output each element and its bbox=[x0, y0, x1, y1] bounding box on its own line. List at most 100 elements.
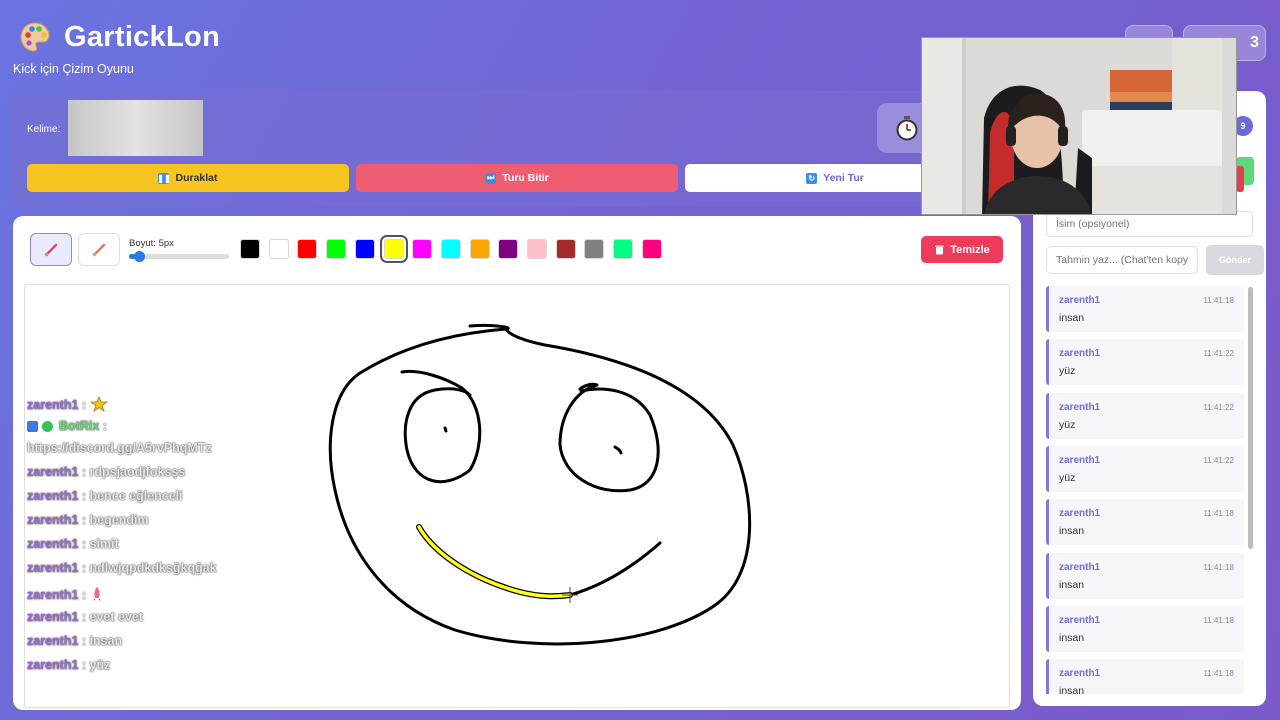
color-swatch[interactable] bbox=[469, 239, 490, 259]
eraser-icon bbox=[92, 243, 106, 256]
chat-message-text: insan bbox=[1059, 631, 1085, 644]
overlay-chat-username: zarenth1 bbox=[27, 465, 79, 479]
chat-message-time: 11:41:18 bbox=[1203, 296, 1234, 305]
chat-message-text: insan bbox=[1059, 525, 1085, 538]
chat-message: zarenth1 11:41:18 insan bbox=[1046, 286, 1244, 332]
eraser-tool-button[interactable] bbox=[78, 233, 120, 266]
color-swatch[interactable] bbox=[641, 239, 662, 259]
chat-message: zarenth1 11:41:22 yüz bbox=[1046, 339, 1244, 386]
word-label: Kelime: bbox=[27, 124, 61, 135]
overlay-chat-line: zarenth1 : evet evet bbox=[27, 610, 143, 624]
color-swatch[interactable] bbox=[498, 239, 519, 259]
send-button[interactable]: Gönder bbox=[1206, 245, 1264, 275]
pause-button[interactable]: ❚❚ Duraklat bbox=[27, 164, 349, 192]
chat-message-time: 11:41:18 bbox=[1203, 615, 1234, 625]
overlay-chat-line: zarenth1 : rdpsjaodjfoksşs bbox=[27, 465, 185, 479]
color-swatch[interactable] bbox=[440, 239, 461, 259]
star-emote-icon bbox=[89, 395, 108, 415]
overlay-chat-username: zarenth1 bbox=[27, 513, 79, 527]
chat-message-time: 11:41:22 bbox=[1203, 455, 1234, 465]
color-swatch[interactable] bbox=[268, 239, 289, 259]
chat-message: zarenth1 11:41:18 insan bbox=[1046, 659, 1244, 694]
overlay-chat-username: zarenth1 bbox=[27, 397, 79, 412]
refresh-icon: ↻ bbox=[806, 172, 818, 184]
overlay-chat-text: : begendim bbox=[78, 513, 149, 527]
app-subtitle: Kick için Çizim Oyunu bbox=[13, 62, 134, 76]
chat-message-text: yüz bbox=[1059, 418, 1076, 431]
overlay-chat-username: zarenth1 bbox=[27, 610, 79, 624]
chat-message: zarenth1 11:41:22 yüz bbox=[1046, 392, 1244, 439]
chat-message-username: zarenth1 bbox=[1059, 454, 1101, 466]
right-pupil-stroke bbox=[613, 445, 623, 455]
skip-icon: ⏭ bbox=[485, 172, 497, 184]
clear-button[interactable]: Temizle bbox=[921, 236, 1003, 263]
overlay-chat-text: : bbox=[99, 419, 107, 433]
overlay-chat-text: : bbox=[78, 397, 90, 412]
overlay-chat-text: https://discord.gg/A5rvPhqMTz bbox=[27, 441, 212, 455]
color-swatch[interactable] bbox=[379, 235, 408, 263]
color-swatch[interactable] bbox=[240, 239, 260, 259]
chat-message-text: yüz bbox=[1059, 365, 1076, 378]
overlay-chat-username: BotRix bbox=[59, 419, 100, 433]
brush-icon bbox=[44, 243, 58, 256]
stopwatch-icon bbox=[896, 116, 918, 141]
brush-size-slider[interactable] bbox=[129, 251, 229, 262]
chat-message-text: yüz bbox=[1059, 471, 1076, 484]
pause-label: Duraklat bbox=[175, 172, 218, 184]
overlay-chat-username: zarenth1 bbox=[27, 634, 79, 648]
chat-message-time: 11:41:18 bbox=[1203, 669, 1234, 679]
guess-input[interactable] bbox=[1046, 246, 1198, 274]
chat-message-username: zarenth1 bbox=[1059, 295, 1101, 306]
overlay-chat-text: : bbox=[78, 587, 90, 602]
overlay-chat-text: : ndlwjqpdkdksğkqğak bbox=[78, 561, 217, 575]
color-swatch[interactable] bbox=[412, 239, 433, 259]
overlay-chat-line: zarenth1 : begendim bbox=[27, 513, 149, 527]
chat-message: zarenth1 11:41:18 insan bbox=[1046, 499, 1244, 546]
overlay-chat-text: : bence eğlenceli bbox=[78, 489, 183, 503]
right-eye-stroke bbox=[558, 382, 660, 493]
bot-badge-icon bbox=[27, 421, 38, 433]
left-eye-stroke bbox=[400, 369, 482, 484]
color-swatch[interactable] bbox=[527, 239, 547, 259]
chat-message-list[interactable]: zarenth1 11:41:18 insan zarenth1 11:41:22 yüz… bbox=[1046, 286, 1244, 694]
pause-icon: ❚❚ bbox=[157, 172, 171, 184]
overlay-chat-line: zarenth1 : ndlwjqpdkdksğkqğak bbox=[27, 561, 217, 575]
overlay-chat-line: zarenth1 : bbox=[27, 586, 104, 605]
cursor-crosshair bbox=[562, 587, 578, 603]
mouth-yellow-stroke bbox=[416, 524, 573, 600]
app-logo: GartickLon bbox=[18, 20, 220, 54]
color-swatch[interactable] bbox=[584, 239, 605, 259]
new-round-label: Yeni Tur bbox=[823, 172, 864, 184]
chat-message: zarenth1 11:41:18 insan bbox=[1046, 552, 1244, 599]
chat-message-username: zarenth1 bbox=[1059, 508, 1101, 520]
end-round-button[interactable]: ⏭ Turu Bitir bbox=[356, 164, 678, 192]
chat-message-username: zarenth1 bbox=[1059, 614, 1101, 626]
red-status-edge bbox=[1236, 166, 1244, 192]
color-swatch[interactable] bbox=[297, 239, 318, 259]
overlay-chat-line: zarenth1 : simit bbox=[27, 537, 119, 551]
clear-label: Temizle bbox=[950, 243, 990, 256]
chat-scrollbar[interactable] bbox=[1248, 287, 1253, 549]
app-title: GartickLon bbox=[64, 20, 221, 53]
hidden-word-box bbox=[68, 100, 203, 156]
color-swatch[interactable] bbox=[354, 239, 375, 259]
chat-message-username: zarenth1 bbox=[1059, 561, 1101, 573]
webcam-scene bbox=[922, 38, 1236, 214]
chat-message-time: 11:41:18 bbox=[1203, 562, 1234, 572]
end-round-label: Turu Bitir bbox=[502, 172, 549, 184]
brush-tool-button[interactable] bbox=[30, 233, 72, 266]
palette-icon bbox=[20, 22, 50, 52]
overlay-chat-text: : yüz bbox=[78, 658, 111, 672]
top-right-value: 3 bbox=[1250, 34, 1259, 51]
color-swatch[interactable] bbox=[326, 239, 347, 259]
overlay-chat-username: zarenth1 bbox=[27, 537, 79, 551]
trash-icon bbox=[935, 245, 945, 255]
slider-thumb[interactable] bbox=[134, 251, 145, 262]
overlay-chat-line: zarenth1 : insan bbox=[27, 634, 122, 648]
overlay-chat-username: zarenth1 bbox=[27, 658, 79, 672]
color-swatch[interactable] bbox=[555, 239, 576, 259]
color-swatch[interactable] bbox=[613, 239, 634, 259]
webcam-overlay bbox=[921, 37, 1237, 215]
chat-message: zarenth1 11:41:18 insan bbox=[1046, 605, 1244, 652]
overlay-chat-username: zarenth1 bbox=[27, 587, 79, 602]
